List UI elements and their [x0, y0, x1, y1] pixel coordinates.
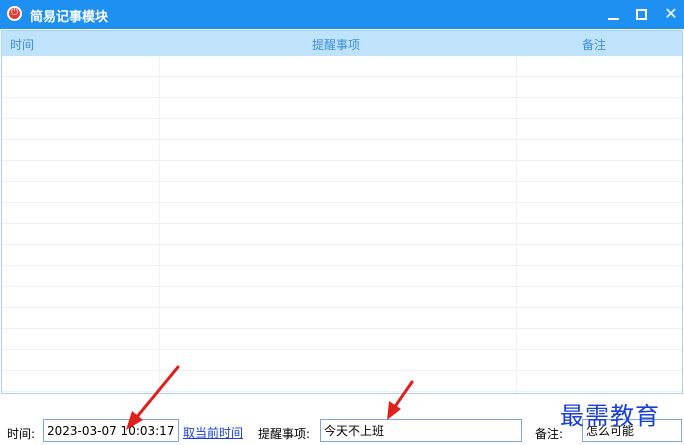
minimize-icon	[607, 17, 619, 20]
row-divider	[2, 370, 682, 371]
maximize-icon	[635, 9, 647, 20]
power-icon	[7, 6, 22, 21]
get-current-time-link[interactable]: 取当前时间	[183, 424, 243, 441]
row-divider	[2, 349, 682, 350]
row-divider	[2, 118, 682, 119]
item-input[interactable]	[320, 419, 522, 442]
close-icon: ✕	[664, 4, 678, 23]
close-button[interactable]: ✕	[656, 0, 684, 29]
column-divider	[159, 56, 160, 393]
column-header-time[interactable]: 时间	[10, 36, 34, 53]
row-divider	[2, 223, 682, 224]
row-divider	[2, 181, 682, 182]
row-divider	[2, 391, 682, 392]
row-divider	[2, 97, 682, 98]
row-divider	[2, 265, 682, 266]
window-title: 简易记事模块	[30, 10, 109, 25]
time-label: 时间:	[7, 427, 36, 441]
note-label: 备注:	[535, 427, 564, 441]
column-header-note[interactable]: 备注	[582, 36, 606, 53]
grid-header: 时间 提醒事项 备注	[2, 31, 682, 56]
row-divider	[2, 202, 682, 203]
minimize-button[interactable]	[598, 0, 628, 29]
column-divider	[516, 56, 517, 393]
row-divider	[2, 139, 682, 140]
row-divider	[2, 244, 682, 245]
time-input[interactable]	[43, 419, 179, 442]
watermark-logo: 最需教育	[560, 402, 660, 430]
item-label: 提醒事项:	[258, 427, 311, 441]
row-divider	[2, 76, 682, 77]
title-bar: 简易记事模块 ✕	[0, 0, 684, 29]
reminder-grid[interactable]: 时间 提醒事项 备注	[1, 30, 683, 394]
maximize-button[interactable]	[626, 0, 656, 29]
row-divider	[2, 328, 682, 329]
column-header-item[interactable]: 提醒事项	[312, 36, 360, 53]
grid-body[interactable]	[2, 56, 682, 393]
row-divider	[2, 160, 682, 161]
row-divider	[2, 307, 682, 308]
row-divider	[2, 286, 682, 287]
